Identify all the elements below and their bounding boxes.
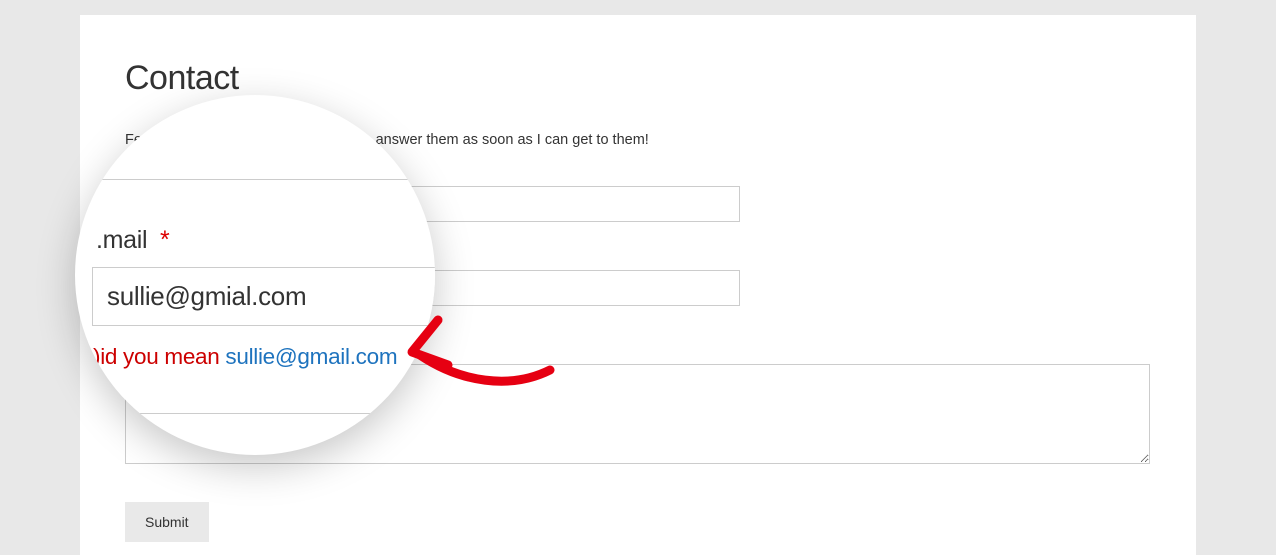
email-suggestion: )id you mean sullie@gmail.com (93, 344, 397, 370)
page-title: Contact (125, 59, 1151, 98)
email-input-value: sullie@gmial.com (107, 281, 306, 312)
fragment-below-line (115, 413, 385, 414)
email-label-fragment: .mail * (96, 226, 169, 255)
required-asterisk: * (160, 226, 169, 254)
submit-button[interactable]: Submit (125, 502, 209, 542)
email-label-text: .mail (96, 226, 147, 254)
email-suggestion-link[interactable]: sullie@gmail.com (225, 344, 397, 369)
zoom-lens-inner: .mail * sullie@gmial.com )id you mean su… (75, 95, 435, 455)
email-suggestion-prefix: )id you mean (93, 344, 219, 369)
fragment-above-line (75, 179, 429, 180)
email-input-zoom[interactable]: sullie@gmial.com (92, 267, 435, 326)
zoom-lens: .mail * sullie@gmial.com )id you mean su… (75, 95, 435, 455)
